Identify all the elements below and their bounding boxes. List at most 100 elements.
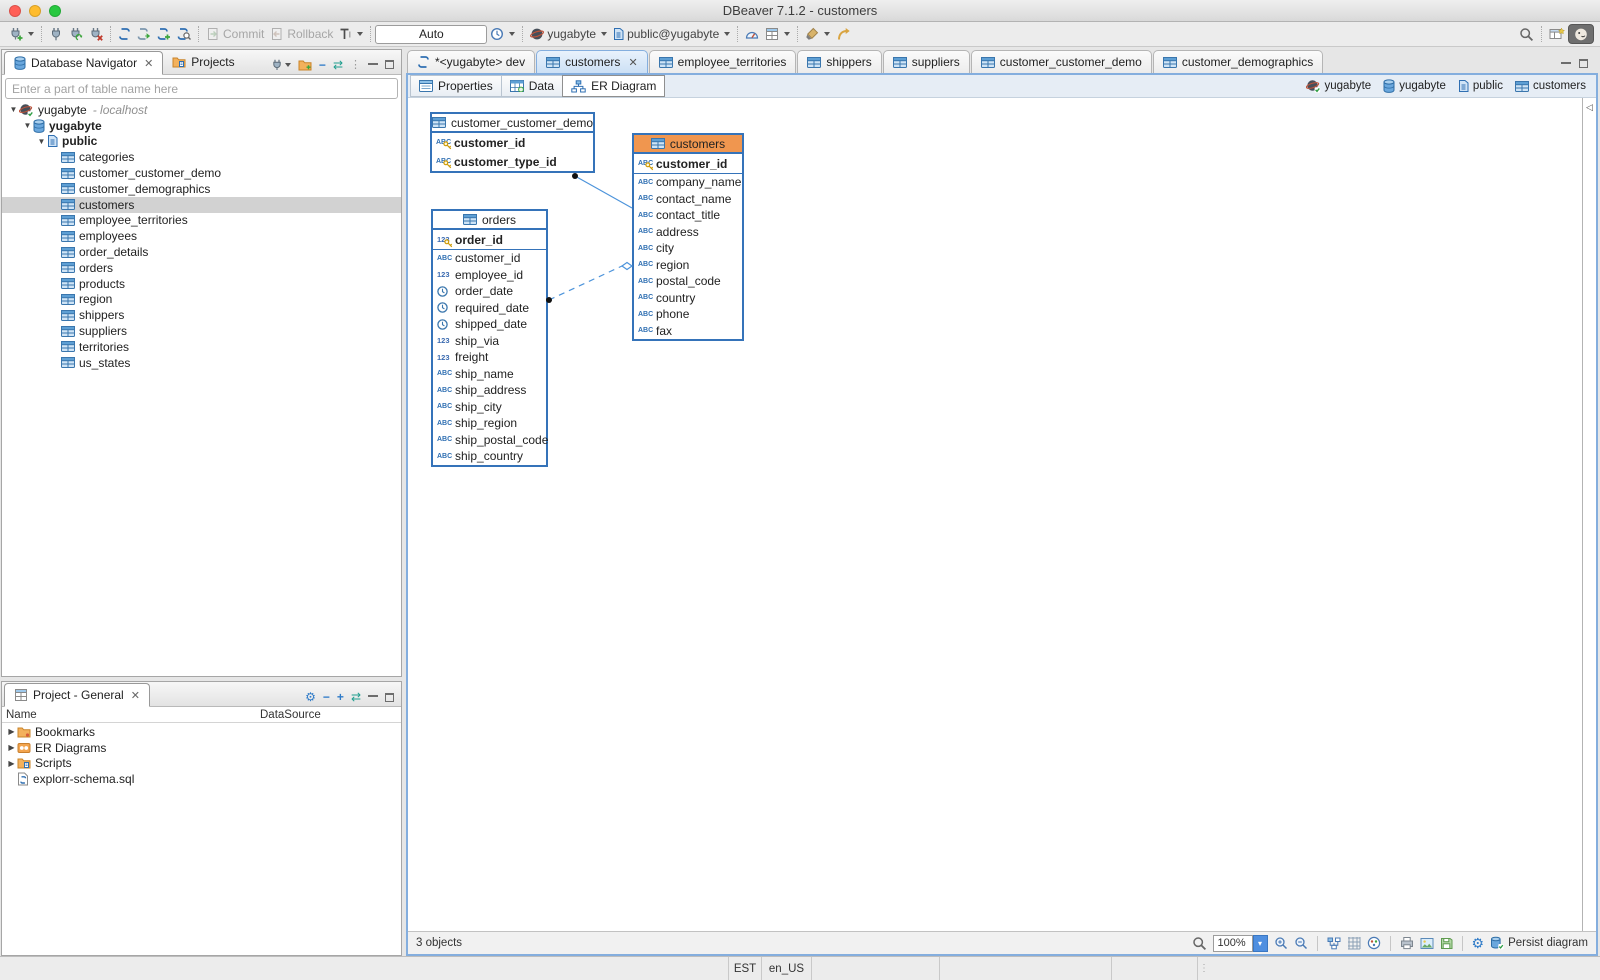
expander-icon[interactable]: ▼: [36, 137, 47, 146]
zoom-in-button[interactable]: [1274, 936, 1288, 950]
entity-column-country[interactable]: ABCcountry: [634, 290, 742, 307]
maximize-panel-icon[interactable]: [1579, 59, 1588, 68]
print-button[interactable]: [1400, 936, 1414, 950]
breadcrumb-yugabyte[interactable]: yugabyte: [1306, 79, 1372, 93]
expander-icon[interactable]: ▶: [6, 727, 17, 736]
collapse-all-icon[interactable]: −: [323, 691, 330, 703]
maximize-panel-icon[interactable]: [385, 693, 394, 702]
new-connection-button[interactable]: [6, 24, 37, 45]
subtab-properties[interactable]: Properties: [410, 75, 502, 97]
transaction-mode-button[interactable]: [336, 24, 366, 45]
project-item-explorr-schema.sql[interactable]: explorr-schema.sql: [2, 771, 401, 787]
entity-orders[interactable]: orders123order_idABCcustomer_id123employ…: [431, 209, 548, 467]
tab-project-general[interactable]: Project - General ✕: [4, 683, 150, 707]
tree-item-order_details[interactable]: order_details: [2, 244, 401, 260]
close-tab-icon[interactable]: ✕: [628, 56, 637, 69]
er-diagram-canvas[interactable]: customer_customer_demoABCcustomer_idABCc…: [408, 98, 1582, 931]
zoom-level-combo[interactable]: 100%▾: [1213, 935, 1268, 952]
expander-icon[interactable]: ▼: [8, 105, 19, 114]
tab-database-navigator[interactable]: Database Navigator ✕: [4, 51, 163, 75]
tree-item-us_states[interactable]: us_states: [2, 355, 401, 371]
grip-icon[interactable]: ⋮: [350, 58, 361, 71]
entity-column-customer_type_id[interactable]: ABCcustomer_type_id: [432, 152, 593, 171]
entity-column-order_date[interactable]: order_date: [433, 283, 546, 300]
search-button[interactable]: [1516, 24, 1537, 45]
entity-column-ship_country[interactable]: ABCship_country: [433, 448, 546, 465]
dropdown-caret-icon[interactable]: [724, 32, 730, 36]
tree-item-yugabyte[interactable]: ▼yugabyte: [2, 118, 401, 134]
breadcrumb-customers[interactable]: customers: [1515, 80, 1586, 92]
expander-icon[interactable]: ▶: [6, 759, 17, 768]
minimize-panel-icon[interactable]: [1561, 61, 1571, 64]
tab-customer-customer-demo[interactable]: customer_customer_demo: [971, 50, 1152, 73]
tree-item-customers[interactable]: customers: [2, 197, 401, 213]
tree-item-public[interactable]: ▼public: [2, 134, 401, 150]
transaction-log-button[interactable]: [487, 24, 518, 45]
connect-button[interactable]: [46, 24, 66, 45]
dropdown-caret-icon[interactable]: [784, 32, 790, 36]
expand-palette-icon[interactable]: ◁: [1586, 103, 1593, 931]
relation-line[interactable]: [549, 266, 622, 300]
tab-customers[interactable]: customers✕: [536, 50, 648, 73]
dropdown-caret-icon[interactable]: [357, 32, 363, 36]
entity-column-ship_city[interactable]: ABCship_city: [433, 399, 546, 416]
entity-customer_customer_demo[interactable]: customer_customer_demoABCcustomer_idABCc…: [430, 112, 595, 173]
entity-header[interactable]: customers: [634, 135, 742, 154]
tree-item-employee_territories[interactable]: employee_territories: [2, 213, 401, 229]
dropdown-caret-icon[interactable]: [601, 32, 607, 36]
entity-column-required_date[interactable]: required_date: [433, 300, 546, 317]
tree-item-employees[interactable]: employees: [2, 228, 401, 244]
entity-column-ship_postal_code[interactable]: ABCship_postal_code: [433, 432, 546, 449]
org-chart-button[interactable]: [1327, 937, 1341, 950]
link-with-editor-icon[interactable]: ⇄: [333, 59, 343, 71]
export-image-button[interactable]: [1420, 937, 1434, 950]
close-window-button[interactable]: [9, 5, 21, 17]
entity-column-phone[interactable]: ABCphone: [634, 306, 742, 323]
subtab-er-diagram[interactable]: ER Diagram: [562, 75, 665, 97]
entity-column-city[interactable]: ABCcity: [634, 240, 742, 257]
entity-column-ship_address[interactable]: ABCship_address: [433, 382, 546, 399]
new-sql-script-button[interactable]: [154, 24, 174, 45]
breadcrumb-public[interactable]: public: [1458, 79, 1503, 93]
breadcrumb-yugabyte[interactable]: yugabyte: [1383, 79, 1446, 93]
magnifier-button[interactable]: [1192, 936, 1207, 951]
tree-item-customer_customer_demo[interactable]: customer_customer_demo: [2, 165, 401, 181]
tree-item-territories[interactable]: territories: [2, 339, 401, 355]
entity-column-customer_id[interactable]: ABCcustomer_id: [432, 133, 593, 152]
entity-column-customer_id[interactable]: ABCcustomer_id: [433, 250, 546, 267]
close-icon[interactable]: ✕: [131, 689, 140, 702]
notation-button[interactable]: [1367, 936, 1381, 950]
rollback-button[interactable]: Rollback: [267, 24, 336, 45]
close-icon[interactable]: ✕: [144, 57, 153, 70]
grid-visibility-button[interactable]: [1347, 936, 1361, 950]
pointer-tool-button[interactable]: [802, 24, 833, 45]
persist-diagram-button[interactable]: Persist diagram: [1490, 936, 1588, 950]
tree-item-orders[interactable]: orders: [2, 260, 401, 276]
open-perspective-button[interactable]: [1546, 24, 1568, 45]
gear-icon[interactable]: ⚙: [305, 691, 316, 703]
tree-item-customer_demographics[interactable]: customer_demographics: [2, 181, 401, 197]
entity-header[interactable]: orders: [433, 211, 546, 230]
project-item-Bookmarks[interactable]: ▶Bookmarks: [2, 724, 401, 740]
table-filter-input[interactable]: [5, 78, 398, 99]
entity-column-employee_id[interactable]: 123employee_id: [433, 267, 546, 284]
minimize-panel-icon[interactable]: [368, 62, 378, 65]
maximize-panel-icon[interactable]: [385, 60, 394, 69]
expander-icon[interactable]: ▶: [6, 743, 17, 752]
zoom-out-button[interactable]: [1294, 936, 1308, 950]
results-layout-button[interactable]: [762, 24, 793, 45]
tree-item-suppliers[interactable]: suppliers: [2, 323, 401, 339]
minimize-panel-icon[interactable]: [368, 694, 378, 697]
dropdown-caret-icon[interactable]: [28, 32, 34, 36]
relation-line[interactable]: [575, 176, 632, 208]
commit-button[interactable]: Commit: [203, 24, 267, 45]
entity-column-customer_id[interactable]: ABCcustomer_id: [634, 154, 742, 173]
entity-column-contact_name[interactable]: ABCcontact_name: [634, 191, 742, 208]
dbeaver-menu-button[interactable]: [1568, 24, 1594, 44]
entity-column-region[interactable]: ABCregion: [634, 257, 742, 274]
entity-column-ship_region[interactable]: ABCship_region: [433, 415, 546, 432]
maximize-window-button[interactable]: [49, 5, 61, 17]
entity-column-address[interactable]: ABCaddress: [634, 224, 742, 241]
auto-commit-mode-combo[interactable]: Auto: [375, 25, 487, 44]
project-item-ER Diagrams[interactable]: ▶ER Diagrams: [2, 740, 401, 756]
